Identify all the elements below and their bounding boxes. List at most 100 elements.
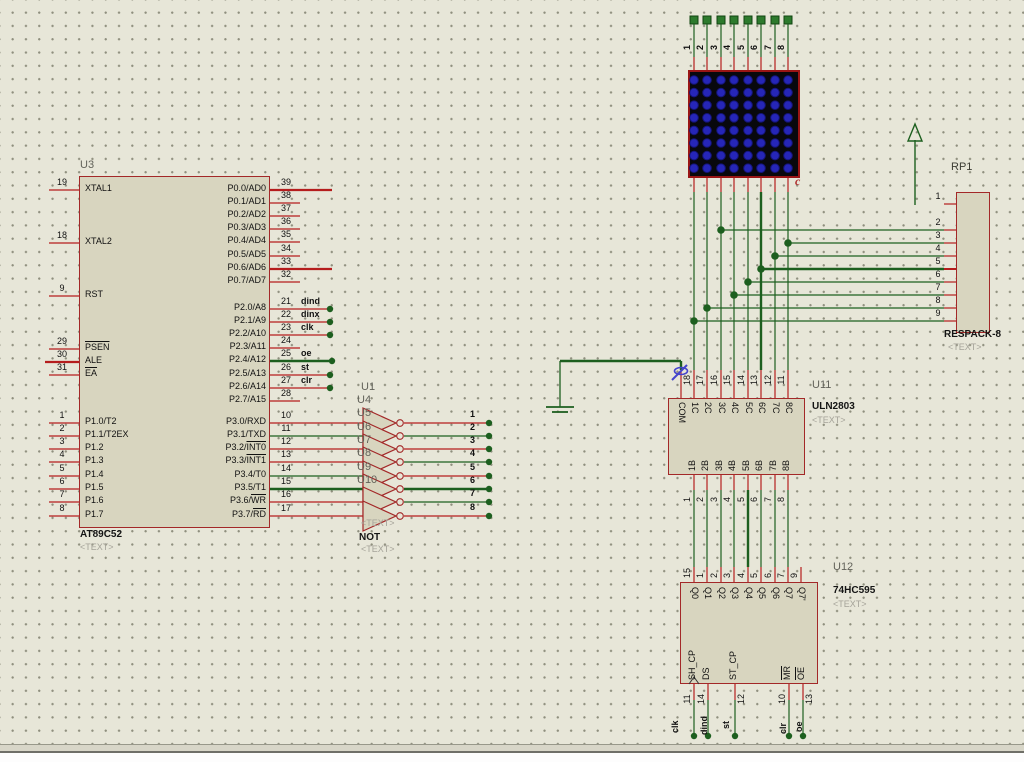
pin-label-vertical: ST_CP <box>728 650 738 680</box>
matrix-led-dot <box>702 75 712 85</box>
matrix-led-dot <box>716 138 726 148</box>
pin-number: 15 <box>682 567 692 578</box>
matrix-top-terminal[interactable] <box>729 15 739 25</box>
terminal-dot <box>326 305 334 313</box>
pin-number: 14 <box>736 375 746 386</box>
pin-number: 2 <box>935 217 941 227</box>
pin-label-vertical: COM <box>677 402 687 423</box>
net-label: dinx <box>301 309 320 319</box>
pin-number: 4 <box>935 243 941 253</box>
net-label: 6 <box>470 475 476 485</box>
pin-label-vertical: 8B <box>781 459 791 471</box>
pin-label: PSEN <box>85 342 110 352</box>
pin-number: 24 <box>280 335 291 345</box>
pin-number: 14 <box>280 463 291 473</box>
ref-u12: U12 <box>833 561 854 573</box>
matrix-top-terminal[interactable] <box>702 15 712 25</box>
pin-number: 19 <box>56 177 67 187</box>
pin-label-vertical: 6C <box>757 402 767 414</box>
part-u12: 74HC595 <box>833 585 876 596</box>
schematic-canvas[interactable]: U3 AT89C52 <TEXT> U1 <TEXT> NOT <TEXT> U… <box>0 0 1024 762</box>
pin-label-vertical: Q7 <box>784 587 794 600</box>
pin-number: 27 <box>280 375 291 385</box>
matrix-top-terminal[interactable] <box>743 15 753 25</box>
matrix-led-dot <box>716 87 726 98</box>
matrix-top-terminal[interactable] <box>783 15 793 25</box>
pin-number: 12 <box>280 436 291 446</box>
matrix-led-dot <box>743 150 753 161</box>
pin-label-vertical: Q2 <box>717 587 727 600</box>
gate-bubble <box>396 458 404 466</box>
pin-number: 31 <box>56 362 67 372</box>
ref-gate: U9 <box>357 460 372 473</box>
gate-bubble <box>396 472 404 480</box>
terminal-dot <box>326 331 334 339</box>
pin-label: P1.7 <box>85 509 104 519</box>
pin-number: 34 <box>280 243 291 253</box>
part-u11: ULN2803 <box>812 401 855 412</box>
matrix-top-terminal[interactable] <box>716 15 726 25</box>
pin-label: P2.0/A8 <box>233 302 266 312</box>
pin-number: 3 <box>59 436 65 446</box>
pin-number: 4 <box>59 449 65 459</box>
gate-bubble <box>396 445 404 453</box>
terminal-dot <box>485 512 493 520</box>
pin-label: P3.4/T0 <box>234 469 266 479</box>
net-label: oe <box>301 348 312 358</box>
pin-label: P2.1/A9 <box>233 315 266 325</box>
pin-number: 10 <box>280 410 291 420</box>
net-label: 7 <box>470 488 476 498</box>
matrix-top-terminal[interactable] <box>770 15 780 25</box>
pin-number: 8 <box>776 496 786 502</box>
pin-number: 18 <box>682 375 692 386</box>
canvas-bottom-edge <box>0 744 1024 753</box>
pin-label-vertical: Q1 <box>703 587 713 600</box>
junction-dot <box>784 239 792 247</box>
pin-number: 35 <box>280 229 291 239</box>
net-label-matrix-top: 5 <box>736 44 746 50</box>
junction-dot <box>703 304 711 312</box>
window-bottom-strip <box>0 753 1024 762</box>
pin-number: 11 <box>281 423 291 433</box>
pin-label: P0.4/AD4 <box>227 235 266 245</box>
matrix-led-dot <box>770 87 780 98</box>
pin-label: P2.7/A15 <box>228 394 266 404</box>
pin-number: 6 <box>763 572 773 578</box>
prop-gates-a: <TEXT> <box>361 518 395 528</box>
pin-label-vertical: Q0 <box>690 587 700 600</box>
matrix-top-terminal[interactable] <box>689 15 699 25</box>
pin-label: P3.1/TXD <box>226 429 266 439</box>
wire-layer <box>45 15 956 740</box>
matrix-led-dot <box>716 100 726 110</box>
matrix-led-dot <box>729 163 739 173</box>
pin-label-vertical: DS <box>701 667 711 680</box>
net-label-matrix-top: 1 <box>682 44 692 50</box>
pin-label-vertical: 3C <box>717 402 727 414</box>
pin-number: 30 <box>56 349 67 359</box>
ref-gate: U4 <box>357 394 372 406</box>
pin-number: 2 <box>695 496 705 502</box>
matrix-led-dot <box>783 138 793 148</box>
terminal-dot <box>485 432 493 440</box>
junction-dot <box>757 265 765 273</box>
terminal-dot <box>485 472 493 480</box>
pin-label: P0.2/AD2 <box>227 209 266 219</box>
pin-label: P2.3/A11 <box>229 341 266 351</box>
pin-number: 33 <box>280 256 291 266</box>
terminal-dot <box>326 371 334 379</box>
matrix-led-dot <box>689 113 699 123</box>
matrix-led-dot <box>702 138 712 148</box>
net-label: dind <box>301 296 320 306</box>
matrix-top-terminal[interactable] <box>756 15 766 25</box>
matrix-led-dot <box>770 75 780 85</box>
pin-number: 7 <box>935 282 941 292</box>
pin-number: 26 <box>280 362 291 372</box>
part-gates: NOT <box>359 532 381 543</box>
prop-rp1: <TEXT> <box>948 342 982 352</box>
pin-label: P0.1/AD1 <box>227 196 266 206</box>
matrix-led-dot <box>729 75 739 85</box>
matrix-led-dot <box>729 113 739 123</box>
pin-number: 12 <box>736 694 746 705</box>
net-label: 5 <box>470 462 476 472</box>
pin-label-vertical: Q5 <box>757 587 767 600</box>
